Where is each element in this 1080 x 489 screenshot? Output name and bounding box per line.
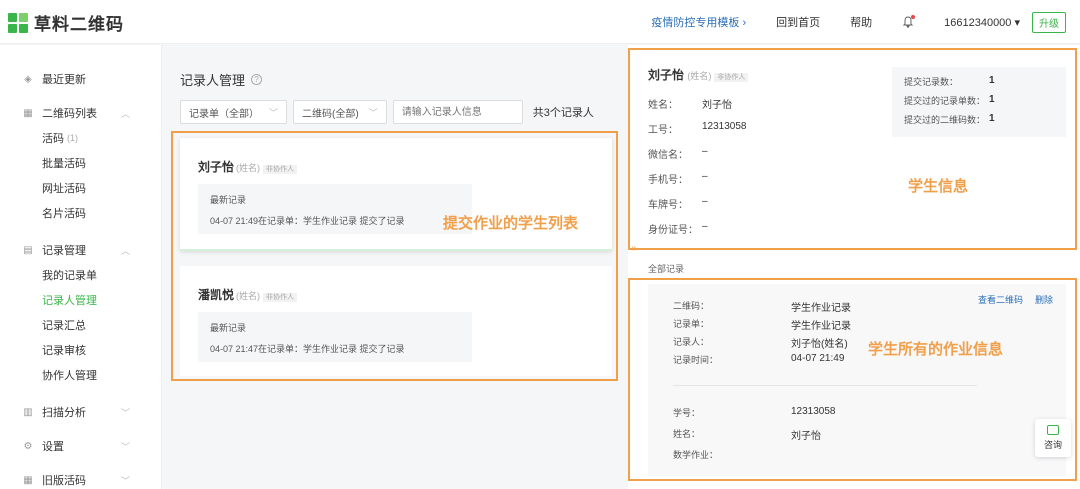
chevron-down-icon: ﹀ — [120, 407, 130, 418]
page-title: 记录人管理 ? — [180, 70, 263, 89]
chevron-down-icon: ﹀ — [368, 107, 378, 118]
sidebar-item-label: 设置 — [42, 441, 64, 453]
gear-icon: ⚙ — [23, 440, 33, 452]
collapse-arrow-icon[interactable]: » — [631, 243, 637, 254]
select-value: 记录单（全部） — [189, 108, 259, 120]
sidebar-item-url-code[interactable]: 网址活码 — [0, 175, 162, 200]
epidemic-template-link[interactable]: 疫情防控专用模板 › — [651, 14, 746, 30]
sidebar-item-label: 二维码列表 — [42, 108, 97, 120]
sidebar-item-recorder-mgmt[interactable]: 记录人管理 — [0, 287, 162, 312]
highlight-box-info — [628, 48, 1077, 250]
qr-filter-select[interactable]: 二维码(全部) ﹀ — [293, 100, 387, 124]
logo[interactable]: 草料二维码 — [8, 10, 124, 35]
chevron-down-icon: ﹀ — [120, 475, 130, 486]
sidebar-item-record-summary[interactable]: 记录汇总 — [0, 312, 162, 337]
sidebar-item-live-code[interactable]: 活码 (1) — [0, 125, 162, 150]
annotation-homework-info: 学生所有的作业信息 — [868, 341, 1004, 358]
annotation-student-info: 学生信息 — [908, 178, 969, 195]
sidebar-item-label: 最近更新 — [42, 74, 86, 86]
user-menu[interactable]: 16612340000 ▾ — [944, 16, 1020, 29]
select-value: 二维码(全部) — [302, 108, 359, 120]
sidebar-item-label: 记录管理 — [42, 245, 86, 257]
document-icon: ▤ — [23, 244, 33, 256]
top-nav: 疫情防控专用模板 › 回到首页 帮助 16612340000 ▾ 升级 — [651, 0, 1066, 44]
chat-icon — [1047, 425, 1059, 435]
annotation-student-list: 提交作业的学生列表 — [443, 215, 579, 232]
help-link[interactable]: 帮助 — [850, 14, 872, 30]
sidebar-item-collaborator-mgmt[interactable]: 协作人管理 — [0, 362, 162, 387]
help-icon[interactable]: ? — [251, 74, 263, 85]
grid-icon: ▦ — [23, 474, 33, 486]
notification-dot — [911, 15, 916, 19]
sidebar-item-label: 旧版活码 — [42, 475, 86, 487]
sidebar-item-record-review[interactable]: 记录审核 — [0, 337, 162, 362]
page-title-text: 记录人管理 — [180, 73, 246, 88]
sidebar-item-batch-code[interactable]: 批量活码 — [0, 150, 162, 175]
sidebar-item-card-code[interactable]: 名片活码 — [0, 200, 162, 225]
bell-icon[interactable] — [902, 15, 916, 29]
chevron-down-icon: ﹀ — [269, 107, 279, 118]
chevron-up-icon: ︿ — [120, 108, 130, 119]
form-filter-select[interactable]: 记录单（全部） ﹀ — [180, 100, 288, 124]
chevron-up-icon: ︿ — [120, 245, 130, 256]
recorder-count: 共3个记录人 — [532, 107, 594, 119]
count-badge: (1) — [67, 132, 78, 143]
highlight-box-list — [171, 131, 618, 381]
sidebar-item-qr-list[interactable]: ▦ 二维码列表 ︿ — [0, 101, 162, 125]
sidebar-item-record-mgmt[interactable]: ▤ 记录管理 ︿ — [0, 238, 162, 262]
search-input[interactable] — [392, 100, 523, 124]
consult-label: 咨询 — [1043, 440, 1062, 450]
logo-icon — [8, 12, 28, 33]
consult-button[interactable]: 咨询 — [1035, 419, 1071, 457]
logo-text: 草料二维码 — [34, 15, 124, 34]
sidebar-item-label: 扫描分析 — [42, 407, 86, 419]
sidebar-item-recent[interactable]: ◈ 最近更新 — [0, 67, 162, 91]
sidebar-item-settings[interactable]: ⚙ 设置 ﹀ — [0, 434, 162, 458]
sidebar-item-label: 活码 — [42, 132, 64, 145]
grid-icon: ▦ — [23, 107, 33, 119]
sidebar-item-old-version[interactable]: ▦ 旧版活码 ﹀ — [0, 468, 162, 489]
sidebar-item-my-forms[interactable]: 我的记录单 — [0, 262, 162, 287]
chevron-down-icon: ﹀ — [120, 441, 130, 452]
filter-bar: 记录单（全部） ﹀ 二维码(全部) ﹀ 共3个记录人 — [180, 100, 594, 124]
top-bar: 草料二维码 疫情防控专用模板 › 回到首页 帮助 16612340000 ▾ 升… — [0, 0, 1080, 44]
upgrade-button[interactable]: 升级 — [1032, 11, 1066, 33]
cube-icon: ◈ — [24, 73, 32, 85]
sidebar: ◈ 最近更新 ▦ 二维码列表 ︿ 活码 (1) 批量活码 网址活码 名片活码 ▤ 记录管理… — [0, 45, 162, 489]
all-records-label: 全部记录 — [648, 264, 685, 274]
chart-icon: ▥ — [23, 406, 33, 418]
highlight-box-records — [628, 278, 1077, 481]
home-link[interactable]: 回到首页 — [776, 14, 820, 30]
sidebar-item-scan-analysis[interactable]: ▥ 扫描分析 ﹀ — [0, 400, 162, 424]
